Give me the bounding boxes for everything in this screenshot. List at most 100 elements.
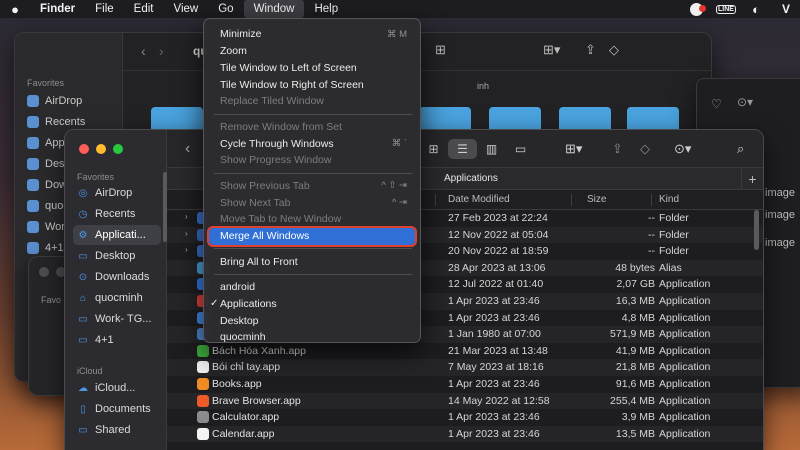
minimize-button[interactable] [96,144,106,154]
menu-file[interactable]: File [85,0,124,18]
sidebar-item-airdrop[interactable]: ◎ AirDrop [73,183,161,203]
apple-menu-icon[interactable]: ● [0,2,30,17]
icon-view-icon[interactable]: ⊞ [435,42,446,58]
kind-cell: image [765,187,795,199]
sidebar-item-quocminh[interactable]: ⌂ quocminh [73,288,161,308]
gallery-view-icon[interactable]: ▭ [506,139,535,159]
sidebar-item-4plus1[interactable]: ▭ 4+1 [73,330,161,350]
menu-help[interactable]: Help [304,0,348,18]
disclosure-triangle-icon[interactable]: › [185,245,188,254]
menu-item-minimize[interactable]: Minimize ⌘ M [209,26,415,43]
new-tab-button[interactable]: + [741,168,763,190]
table-row[interactable]: Calendar.app 1 Apr 2023 at 23:46 13,5 MB Ap… [167,425,763,443]
menu-item-label: Applications [220,297,277,310]
background-sidebar-item[interactable]: quoc [27,200,69,212]
sidebar-item-desktop[interactable]: ▭ Desktop [73,246,161,266]
table-row[interactable]: Books.app 1 Apr 2023 at 23:46 91,6 MB Appli… [167,376,763,393]
kind-cell: Application [659,378,711,390]
line-icon[interactable]: LINE [716,2,736,16]
menu-item-tile-window-to-left-of-screen[interactable]: Tile Window to Left of Screen [209,60,415,77]
folder-icon [27,221,39,233]
sidebar-item-work[interactable]: ▭ Work- TG... [73,309,161,329]
menu-item-quocminh[interactable]: quocminh [209,329,415,346]
share-icon[interactable]: ⇪ [612,139,623,159]
folder-icon: ▭ [78,334,88,346]
vpn-icon[interactable]: V [778,2,794,16]
sidebar-item-documents[interactable]: ▯ Documents [73,399,161,419]
menu-item-label: Desktop [220,314,259,327]
column-header-kind[interactable]: Kind [659,194,679,205]
menu-window[interactable]: Window [243,0,305,18]
date-cell: 20 Nov 2022 at 18:59 [448,245,549,258]
kind-cell: image [765,209,795,221]
menu-item-applications[interactable]: ✓ Applications [209,296,415,313]
ultraviewer-icon[interactable]: ◐ [748,2,764,17]
menu-item-label: Bring All to Front [220,255,298,268]
background-sidebar-item[interactable]: Recents [27,116,85,128]
column-header-size[interactable]: Size [587,194,606,205]
kind-cell: Application [659,278,711,291]
table-row[interactable]: Bói chỉ tay.app 7 May 2023 at 18:16 21,8 M… [167,359,763,376]
more-actions-icon[interactable]: ⊙▾ [674,139,691,159]
sidebar-item-recents[interactable]: ◷ Recents [73,204,161,224]
close-button[interactable] [79,144,89,154]
tab-applications[interactable]: Applications [444,173,498,184]
heart-icon[interactable]: ♡ [711,97,722,111]
zoom-button[interactable] [113,144,123,154]
group-icon[interactable]: ⊞▾ [543,42,560,58]
background-sidebar-item[interactable]: Dow [27,179,67,191]
menu-separator [214,273,412,275]
menu-item-label: Show Previous Tab [220,179,310,192]
icon-view-icon[interactable]: ⊞ [419,139,448,159]
sidebar-item-applications[interactable]: ⚙ Applicati... [73,225,161,245]
size-cell: 16,3 MB [615,295,655,307]
menu-item-zoom[interactable]: Zoom [209,43,415,60]
date-cell: 1 Jan 1980 at 07:00 [448,328,541,341]
folder-icon [27,242,39,254]
date-cell: 21 Mar 2023 at 13:48 [448,344,548,357]
background-sidebar-item[interactable]: AirDrop [27,95,82,107]
share-icon[interactable]: ⇪ [585,42,596,58]
menu-item-desktop[interactable]: Desktop [209,312,415,329]
menu-item-android[interactable]: android [209,279,415,296]
menu-item-tile-window-to-right-of-screen[interactable]: Tile Window to Right of Screen [209,76,415,93]
back-arrow-icon[interactable]: ‹ [141,43,146,59]
menu-item-label: Cycle Through Windows [220,137,334,150]
notification-icon[interactable] [688,2,706,16]
menu-item-show-previous-tab: Show Previous Tab ^ ⇧ ⇥ [209,178,415,195]
menu-go[interactable]: Go [208,0,243,18]
size-cell: -- [648,228,655,241]
sidebar-item-downloads[interactable]: ⊙ Downloads [73,267,161,287]
back-arrow-icon[interactable]: ‹ [185,139,190,159]
column-header-date[interactable]: Date Modified [448,194,510,205]
sidebar-item-icloud-drive[interactable]: ☁ iCloud... [73,378,161,398]
file-icon [197,361,209,374]
menu-bar: ● Finder File Edit View Go Window Help L… [0,0,800,18]
menu-view[interactable]: View [164,0,209,18]
menu-app-finder[interactable]: Finder [30,0,85,18]
menu-item-remove-window-from-set: Remove Window from Set [209,119,415,136]
kind-cell: Application [659,344,711,357]
tag-icon[interactable]: ◇ [609,42,619,58]
table-row[interactable]: Brave Browser.app 14 May 2022 at 12:58 255… [167,392,763,410]
column-view-icon[interactable]: ▥ [477,139,506,159]
background-sidebar-item[interactable]: 4+1 [27,242,64,254]
tag-icon[interactable]: ◇ [640,139,650,159]
search-icon[interactable]: ⌕ [737,139,744,159]
table-row[interactable]: Calculator.app 1 Apr 2023 at 23:46 3,9 MB A… [167,409,763,426]
group-by-icon[interactable]: ⊞▾ [565,139,582,159]
menu-item-cycle-through-windows[interactable]: Cycle Through Windows ⌘ ` [209,135,415,152]
more-icon[interactable]: ⊙▾ [737,95,753,109]
list-view-icon[interactable]: ☰ [448,139,477,159]
menu-item-label: Show Next Tab [220,196,291,209]
disclosure-triangle-icon[interactable]: › [185,229,188,238]
menu-edit[interactable]: Edit [124,0,164,18]
sidebar-item-shared[interactable]: ▭ Shared [73,420,161,440]
menu-item-merge-all-windows[interactable]: Merge All Windows [207,226,417,247]
forward-arrow-icon[interactable]: › [159,43,164,59]
background-sidebar-item[interactable]: Appl [27,137,67,149]
file-list-scrollbar[interactable] [754,210,759,250]
disclosure-triangle-icon[interactable]: › [185,212,188,221]
menu-item-bring-all-to-front[interactable]: Bring All to Front [209,253,415,270]
menu-item-label: Replace Tiled Window [220,95,324,108]
